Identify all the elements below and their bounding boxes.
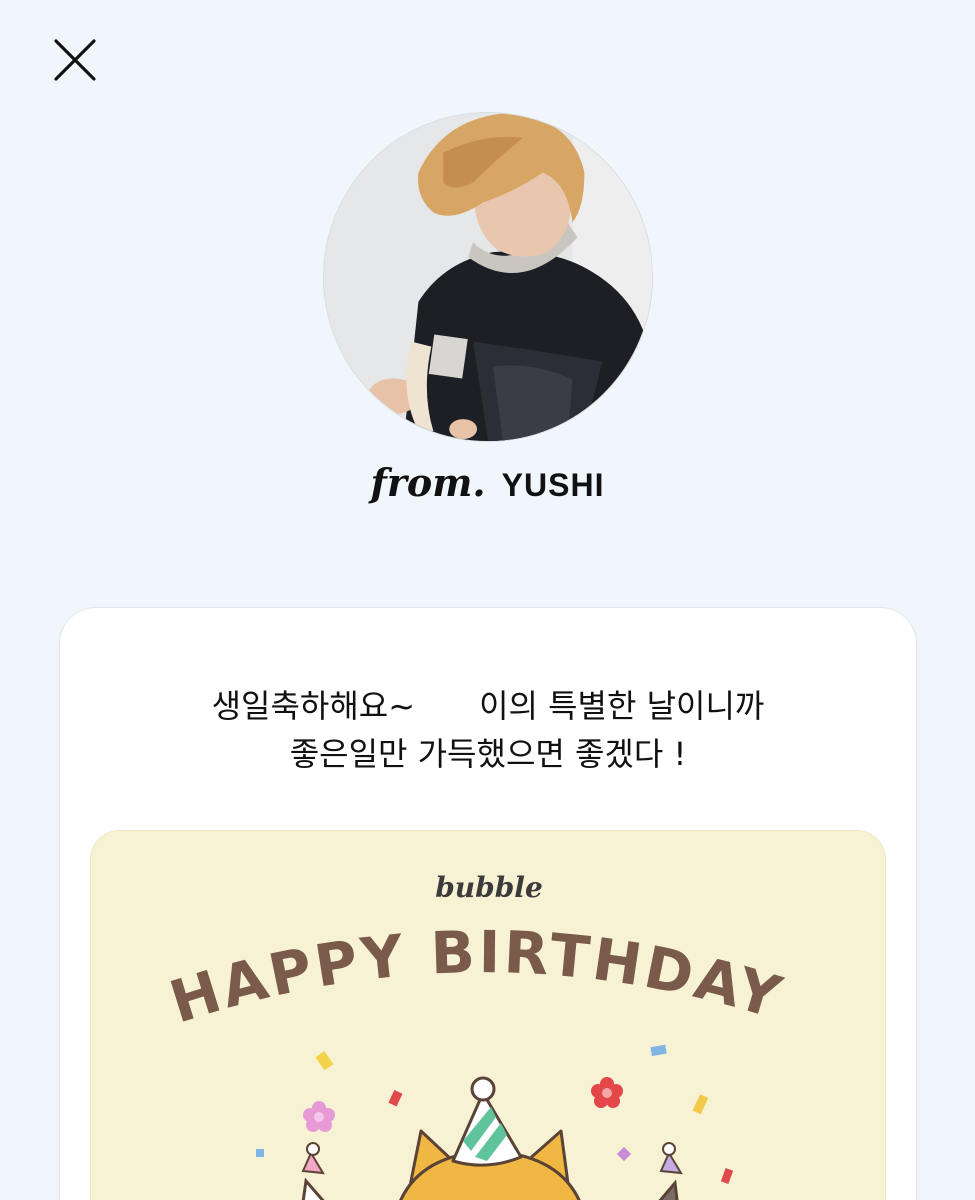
sender-avatar <box>323 112 653 442</box>
sender-line: from. YUSHI <box>0 460 975 505</box>
confetti <box>720 1168 734 1184</box>
message-line-1: 생일축하해요~ 이의 특별한 날이니까 <box>60 682 916 730</box>
birthday-illustration: HAPPY BIRTHDAY! <box>91 831 791 1200</box>
confetti <box>692 1094 709 1115</box>
pink-flower <box>303 1101 335 1132</box>
side-animal-left <box>301 1142 325 1200</box>
happy-birthday-headline: HAPPY BIRTHDAY! <box>91 831 791 1036</box>
from-prefix: from. <box>370 460 486 505</box>
confetti <box>388 1089 403 1107</box>
side-animal-right <box>658 1142 683 1200</box>
close-button[interactable] <box>50 35 100 85</box>
close-icon <box>54 39 96 81</box>
avatar-photo <box>324 113 652 441</box>
message-line-1-part-a: 생일축하해요~ <box>211 687 416 725</box>
red-flower <box>591 1077 623 1108</box>
party-hat <box>451 1076 523 1167</box>
confetti <box>650 1044 667 1057</box>
message-line-2: 좋은일만 가득했으면 좋겠다 ! <box>289 735 687 773</box>
birthday-card-image: bubble HAPPY BIRTHDAY! <box>90 830 886 1200</box>
message-card: 생일축하해요~ 이의 특별한 날이니까 좋은일만 가득했으면 좋겠다 ! bubb… <box>60 608 916 1200</box>
letter-screen: from. YUSHI 생일축하해요~ 이의 특별한 날이니까 좋은일만 가득했으… <box>0 0 975 1200</box>
message-text: 생일축하해요~ 이의 특별한 날이니까 좋은일만 가득했으면 좋겠다 ! <box>60 682 916 778</box>
confetti <box>315 1051 334 1071</box>
message-line-1-part-b: 이의 특별한 날이니까 <box>479 687 765 725</box>
confetti <box>616 1146 632 1162</box>
confetti <box>256 1149 264 1157</box>
sender-name: YUSHI <box>501 467 605 503</box>
